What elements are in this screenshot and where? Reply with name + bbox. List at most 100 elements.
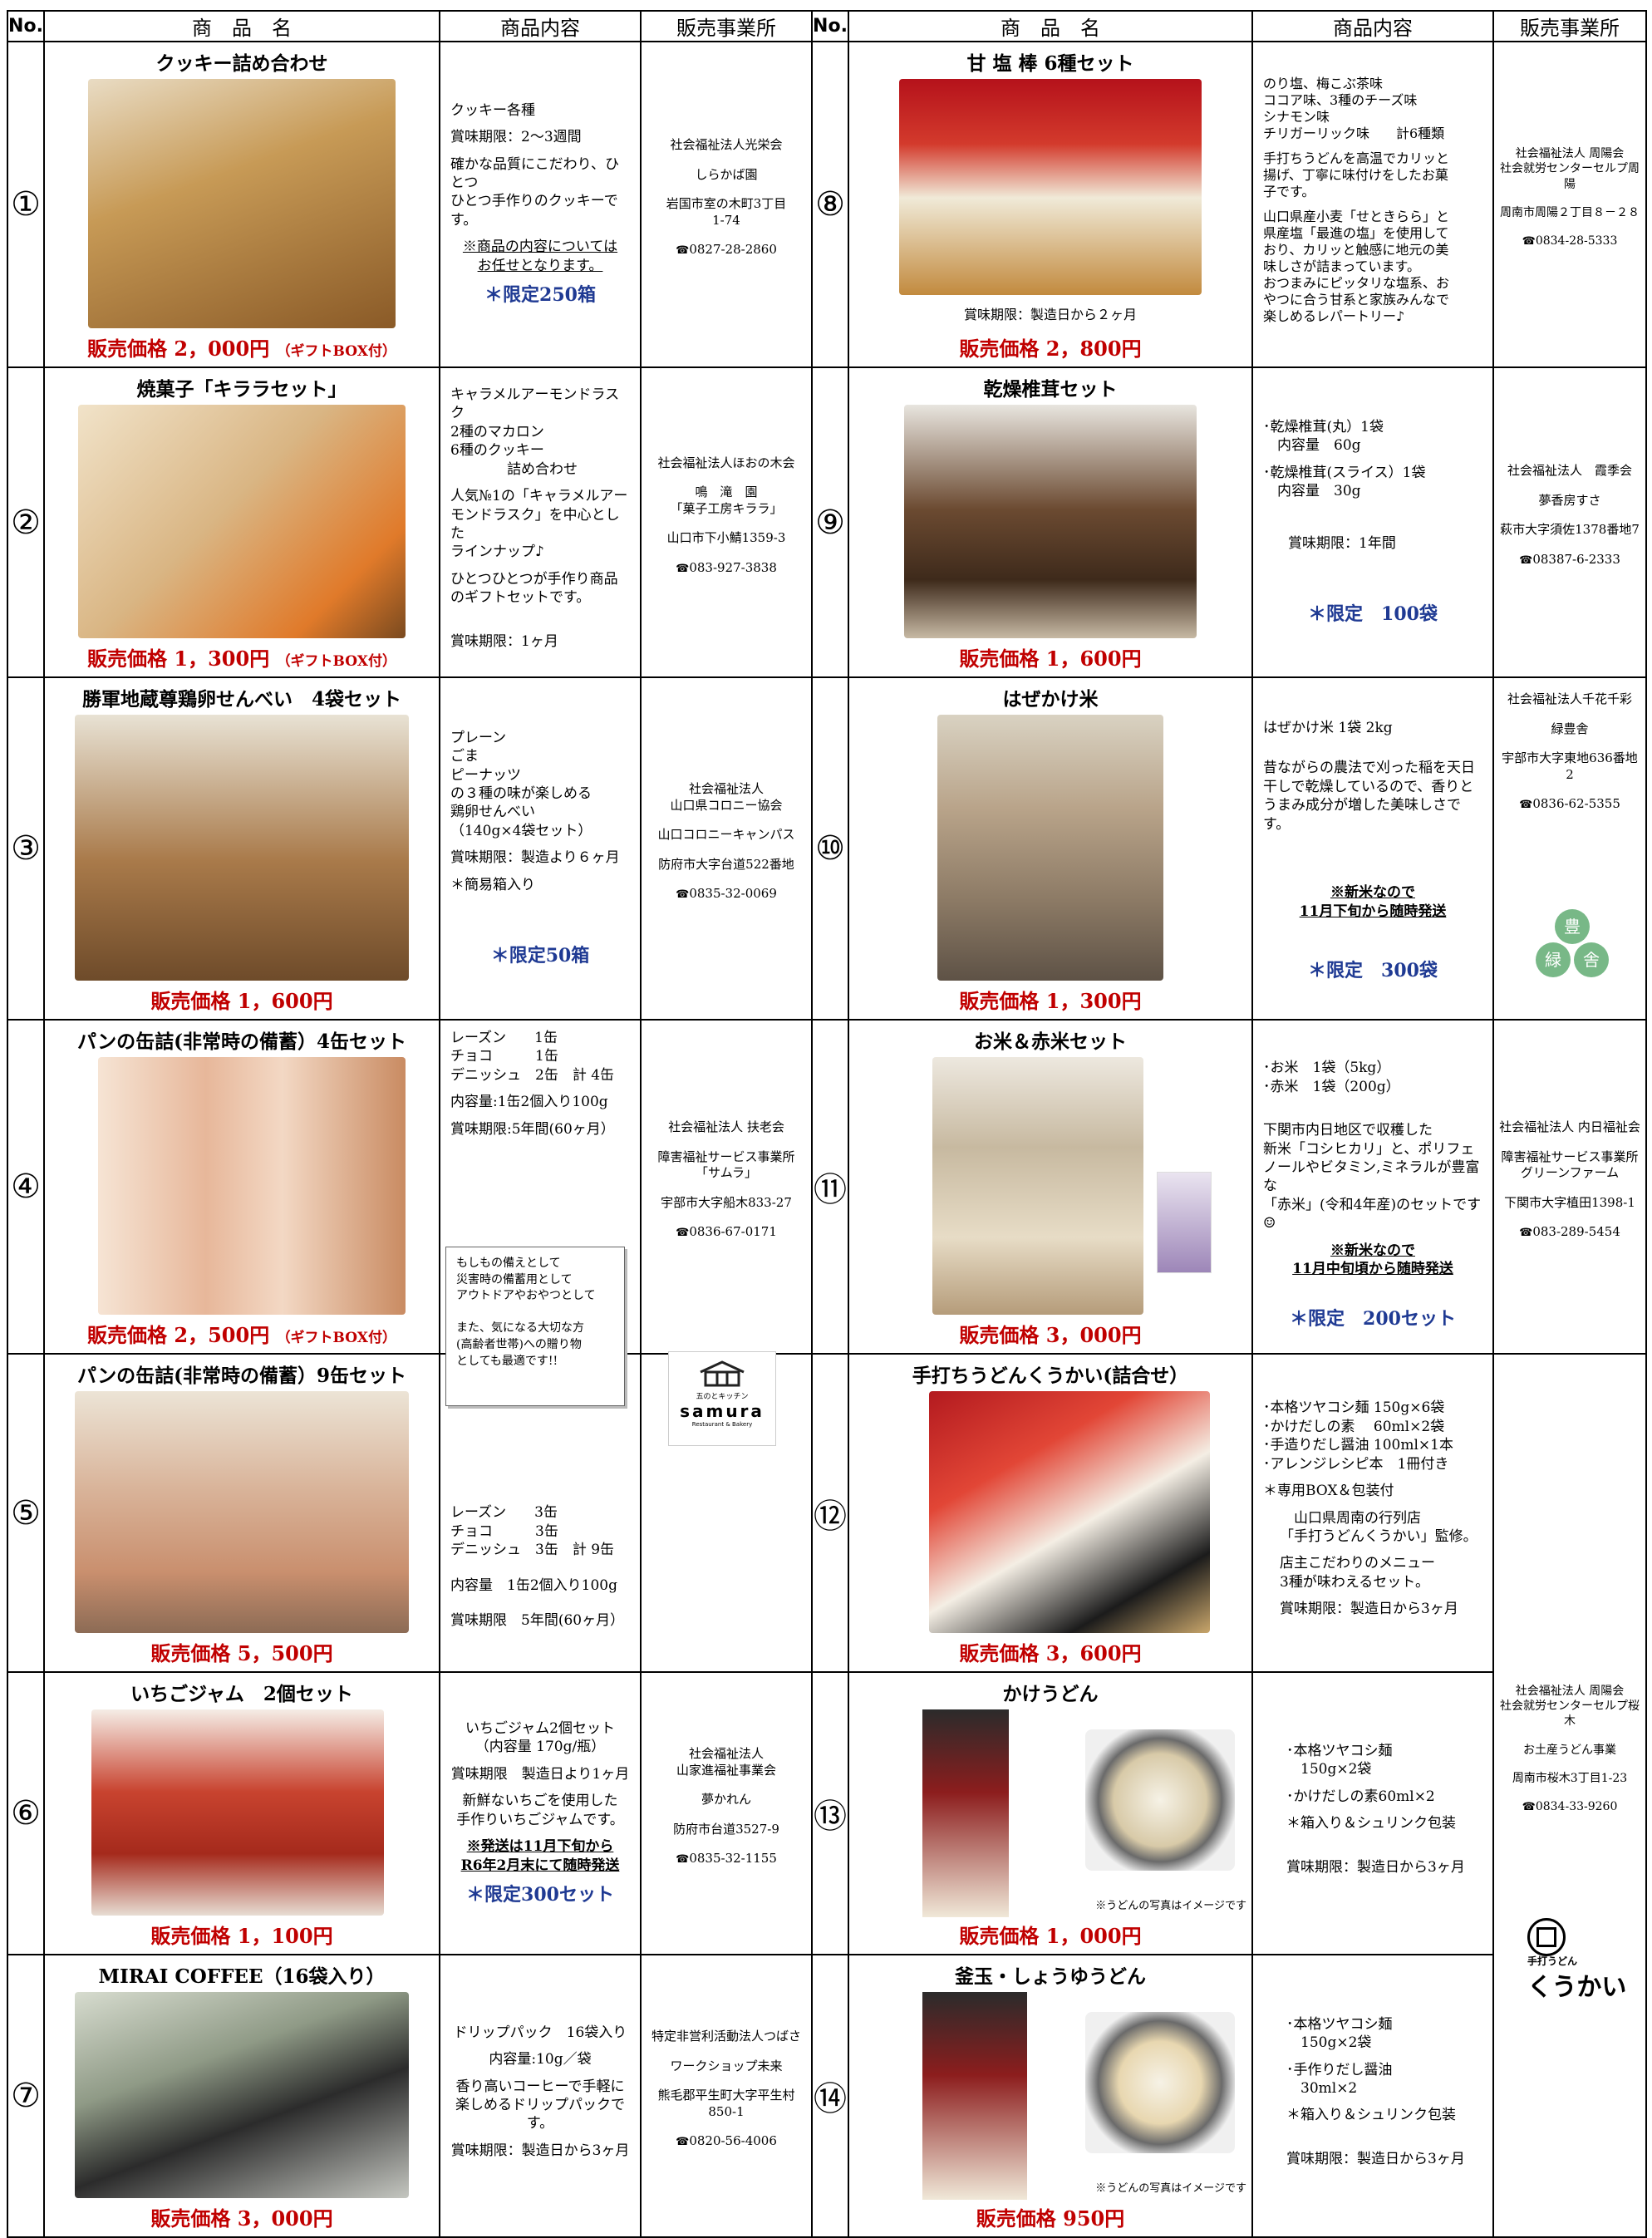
seller-cell: 特定非営利活動法人つばさ ワークショップ未来 熊毛郡平生町大字平生村 850-1…	[640, 1954, 813, 2238]
product-price: 販売価格 1，600円	[150, 989, 333, 1013]
product-catalog-page: No. 商 品 名 商品内容 販売事業所 ① クッキー詰め合わせ 販売価格 2，…	[0, 0, 1652, 2238]
phone-number: 0836-67-0171	[647, 1224, 806, 1241]
product-cell: いちごジャム 2個セット 販売価格 1，100円	[43, 1671, 440, 1955]
limit-label: ＊限定 300袋	[1308, 960, 1438, 982]
product-photo	[78, 405, 406, 638]
product-price: 販売価格 1，600円	[959, 647, 1142, 671]
product-cell: パンの缶詰(非常時の備蓄）4缶セット 販売価格 2，500円 （ギフトBOX付）	[43, 1019, 440, 1355]
product-cell: 甘 塩 棒 6種セット 賞味期限：製造日から２ヶ月 販売価格 2，800円	[848, 41, 1253, 368]
phone-number: 083-927-3838	[647, 560, 806, 577]
product-cell: はぜかけ米 販売価格 1，300円	[848, 676, 1253, 1021]
image-note: ※うどんの写真はイメージです	[1095, 1900, 1246, 1912]
product-price: 販売価格 2，000円 （ギフトBOX付）	[87, 337, 396, 361]
product-number: ②	[7, 366, 45, 678]
product-name: お米＆赤米セット	[974, 1030, 1127, 1053]
limit-label: ＊限定 200セット	[1290, 1307, 1456, 1330]
udon-bowl-photo	[1085, 1729, 1235, 1871]
limit-label: ＊限定50箱	[490, 945, 590, 967]
product-cell: 焼菓子「キララセット」 販売価格 1，300円 （ギフトBOX付）	[43, 366, 440, 678]
header-seller: 販売事業所	[640, 10, 813, 42]
product-price: 販売価格 1，300円 （ギフトBOX付）	[87, 647, 396, 671]
product-row: ⑫ 手打ちうどんくうかい(詰合せ） 販売価格 3，600円 ･本格ツヤコシ麺 1…	[811, 1353, 1647, 2238]
product-number: ⑪	[811, 1019, 849, 1355]
product-row: ② 焼菓子「キララセット」 販売価格 1，300円 （ギフトBOX付） キャラメ…	[7, 366, 813, 678]
product-cell: 手打ちうどんくうかい(詰合せ） 販売価格 3，600円	[848, 1353, 1253, 1673]
header-name: 商 品 名	[848, 10, 1253, 42]
product-number: ⑦	[7, 1954, 45, 2238]
seller-cell: 社会福祉法人ほおの木会 鳴 滝 園 「菓子工房キララ」 山口市下小鯖1359-3…	[640, 366, 813, 678]
product-name: 手打ちうどんくうかい(詰合せ）	[912, 1365, 1189, 1387]
product-number: ⑩	[811, 676, 849, 1021]
product-price: 販売価格 950円	[976, 2206, 1125, 2231]
product-row: ① クッキー詰め合わせ 販売価格 2，000円 （ギフトBOX付） クッキー各種…	[7, 41, 813, 368]
seller-cell: 社会福祉法人 扶老会 障害福祉サービス事業所 「サムラ」 宇部市大字船木833-…	[640, 1019, 813, 1355]
phone-number: 0834-33-9260	[1499, 1799, 1640, 1815]
product-number: ③	[7, 676, 45, 1021]
product-name: はぜかけ米	[1002, 688, 1099, 711]
product-price: 販売価格 3，000円	[959, 1323, 1142, 1347]
product-name: クッキー詰め合わせ	[155, 52, 328, 75]
product-content: プレーン ごま ピーナッツ の３種の味が楽しめる 鶏卵せんべい （140g×4袋…	[439, 676, 642, 1021]
product-content: はぜかけ米 1袋 2kg 昔ながらの農法で刈った稲を天日 干しで乾燥しているので…	[1251, 676, 1494, 1021]
limit-label: ＊限定300セット	[466, 1884, 614, 1906]
product-row: ⑨ 乾燥椎茸セット 販売価格 1，600円 ･乾燥椎茸(丸）1袋 内容量 60g…	[811, 366, 1647, 678]
product-photo	[75, 1391, 409, 1633]
right-table: No. 商 品 名 商品内容 販売事業所 ⑧ 甘 塩 棒 6種セット 賞味期限：…	[811, 10, 1647, 2238]
product-row: ⑦ MIRAI COFFEE（16袋入り） 販売価格 3，000円 ドリップパッ…	[7, 1954, 813, 2238]
product-cell: かけうどん ※うどんの写真はイメージです 販売価格 1，000円	[848, 1671, 1253, 1955]
left-table: No. 商 品 名 商品内容 販売事業所 ① クッキー詰め合わせ 販売価格 2，…	[7, 10, 813, 2238]
product-row: ④ パンの缶詰(非常時の備蓄）4缶セット 販売価格 2，500円 （ギフトBOX…	[7, 1019, 813, 1355]
product-price: 販売価格 5，500円	[150, 1641, 333, 1665]
phone-number: 083-289-5454	[1499, 1224, 1640, 1241]
product-name: 勝軍地蔵尊鶏卵せんべい 4袋セット	[81, 688, 401, 711]
product-photo	[75, 1992, 409, 2198]
product-price: 販売価格 1，000円	[959, 1924, 1142, 1948]
product-cell: 釜玉・しょうゆうどん ※うどんの写真はイメージです 販売価格 950円	[848, 1954, 1253, 2238]
product-cell: MIRAI COFFEE（16袋入り） 販売価格 3，000円	[43, 1954, 440, 2238]
limit-label: ＊限定250箱	[484, 284, 596, 307]
product-cell: 勝軍地蔵尊鶏卵せんべい 4袋セット 販売価格 1，600円	[43, 676, 440, 1021]
product-cell: 乾燥椎茸セット 販売価格 1，600円	[848, 366, 1253, 678]
product-name: 乾燥椎茸セット	[983, 378, 1118, 401]
kuukai-logo: 手打うどん くうかい	[1527, 1918, 1645, 2003]
ryokuhosha-logo: 豊 緑 舎	[1532, 909, 1612, 984]
product-number: ⑧	[811, 41, 849, 368]
product-price: 販売価格 2，500円 （ギフトBOX付）	[87, 1323, 396, 1347]
product-row: ⑧ 甘 塩 棒 6種セット 賞味期限：製造日から２ヶ月 販売価格 2，800円 …	[811, 41, 1647, 368]
red-rice-bag	[1157, 1172, 1212, 1273]
product-name: かけうどん	[1002, 1683, 1099, 1705]
seller-cell: 社会福祉法人 内日福祉会 障害福祉サービス事業所 グリーンファーム 下関市大字植…	[1492, 1019, 1647, 1355]
product-content: ･お米 1袋（5kg） ･赤米 1袋（200g） 下関市内日地区で収穫した 新米…	[1251, 1019, 1494, 1355]
product-package-photo	[922, 1709, 1009, 1917]
product-number: ⑬	[811, 1671, 849, 1955]
product-row: ③ 勝軍地蔵尊鶏卵せんべい 4袋セット 販売価格 1，600円 プレーン ごま …	[7, 676, 813, 1021]
product-content: いちごジャム2個セット （内容量 170g/瓶） 賞味期限 製造日より1ヶ月 新…	[439, 1671, 642, 1955]
seller-cell: 社会福祉法人 山家進福祉事業会 夢かれん 防府市台道3527-9 0835-32…	[640, 1671, 813, 1955]
phone-number: 0827-28-2860	[647, 242, 806, 258]
product-number: ⑥	[7, 1671, 45, 1955]
phone-number: 0834-28-5333	[1499, 234, 1640, 249]
product-content: キャラメルアーモンドラスク 2種のマカロン 6種のクッキー 詰め合わせ 人気№1…	[439, 366, 642, 678]
product-name: パンの缶詰(非常時の備蓄）4缶セット	[76, 1030, 407, 1053]
product-name: 釜玉・しょうゆうどん	[955, 1965, 1146, 1988]
phone-number: 0836-62-5355	[1499, 796, 1640, 813]
product-row: ⑥ いちごジャム 2個セット 販売価格 1，100円 いちごジャム2個セット （…	[7, 1671, 813, 1955]
product-photo	[899, 79, 1202, 295]
product-content: ･本格ツヤコシ麺 150g×2袋 ･かけだしの素60ml×2 ＊箱入り＆シュリン…	[1251, 1671, 1494, 1955]
product-number: ⑤	[7, 1353, 45, 1673]
product-name: MIRAI COFFEE（16袋入り）	[98, 1965, 386, 1988]
phone-number: 0820-56-4006	[647, 2133, 806, 2150]
product-content: ･本格ツヤコシ麺 150g×2袋 ･手作りだし醤油 30ml×2 ＊箱入り＆シュ…	[1251, 1954, 1494, 2238]
seller-cell: 社会福祉法人 霞季会 夢香房すさ 萩市大字須佐1378番地7 08387-6-2…	[1492, 366, 1647, 678]
product-photo	[75, 715, 409, 981]
phone-number: 0835-32-0069	[647, 886, 806, 903]
image-note: ※うどんの写真はイメージです	[1095, 2182, 1246, 2195]
header-content: 商品内容	[439, 10, 642, 42]
product-photo	[937, 715, 1163, 981]
seller-cell: 社会福祉法人 山口県コロニー協会 山口コロニーキャンパス 防府市大字台道522番…	[640, 676, 813, 1021]
product-price: 販売価格 1，100円	[150, 1924, 333, 1948]
product-cell: パンの缶詰(非常時の備蓄）9缶セット 販売価格 5，500円	[43, 1353, 440, 1673]
product-name: 焼菓子「キララセット」	[136, 378, 347, 401]
header-seller: 販売事業所	[1492, 10, 1647, 42]
house-icon	[700, 1360, 745, 1387]
